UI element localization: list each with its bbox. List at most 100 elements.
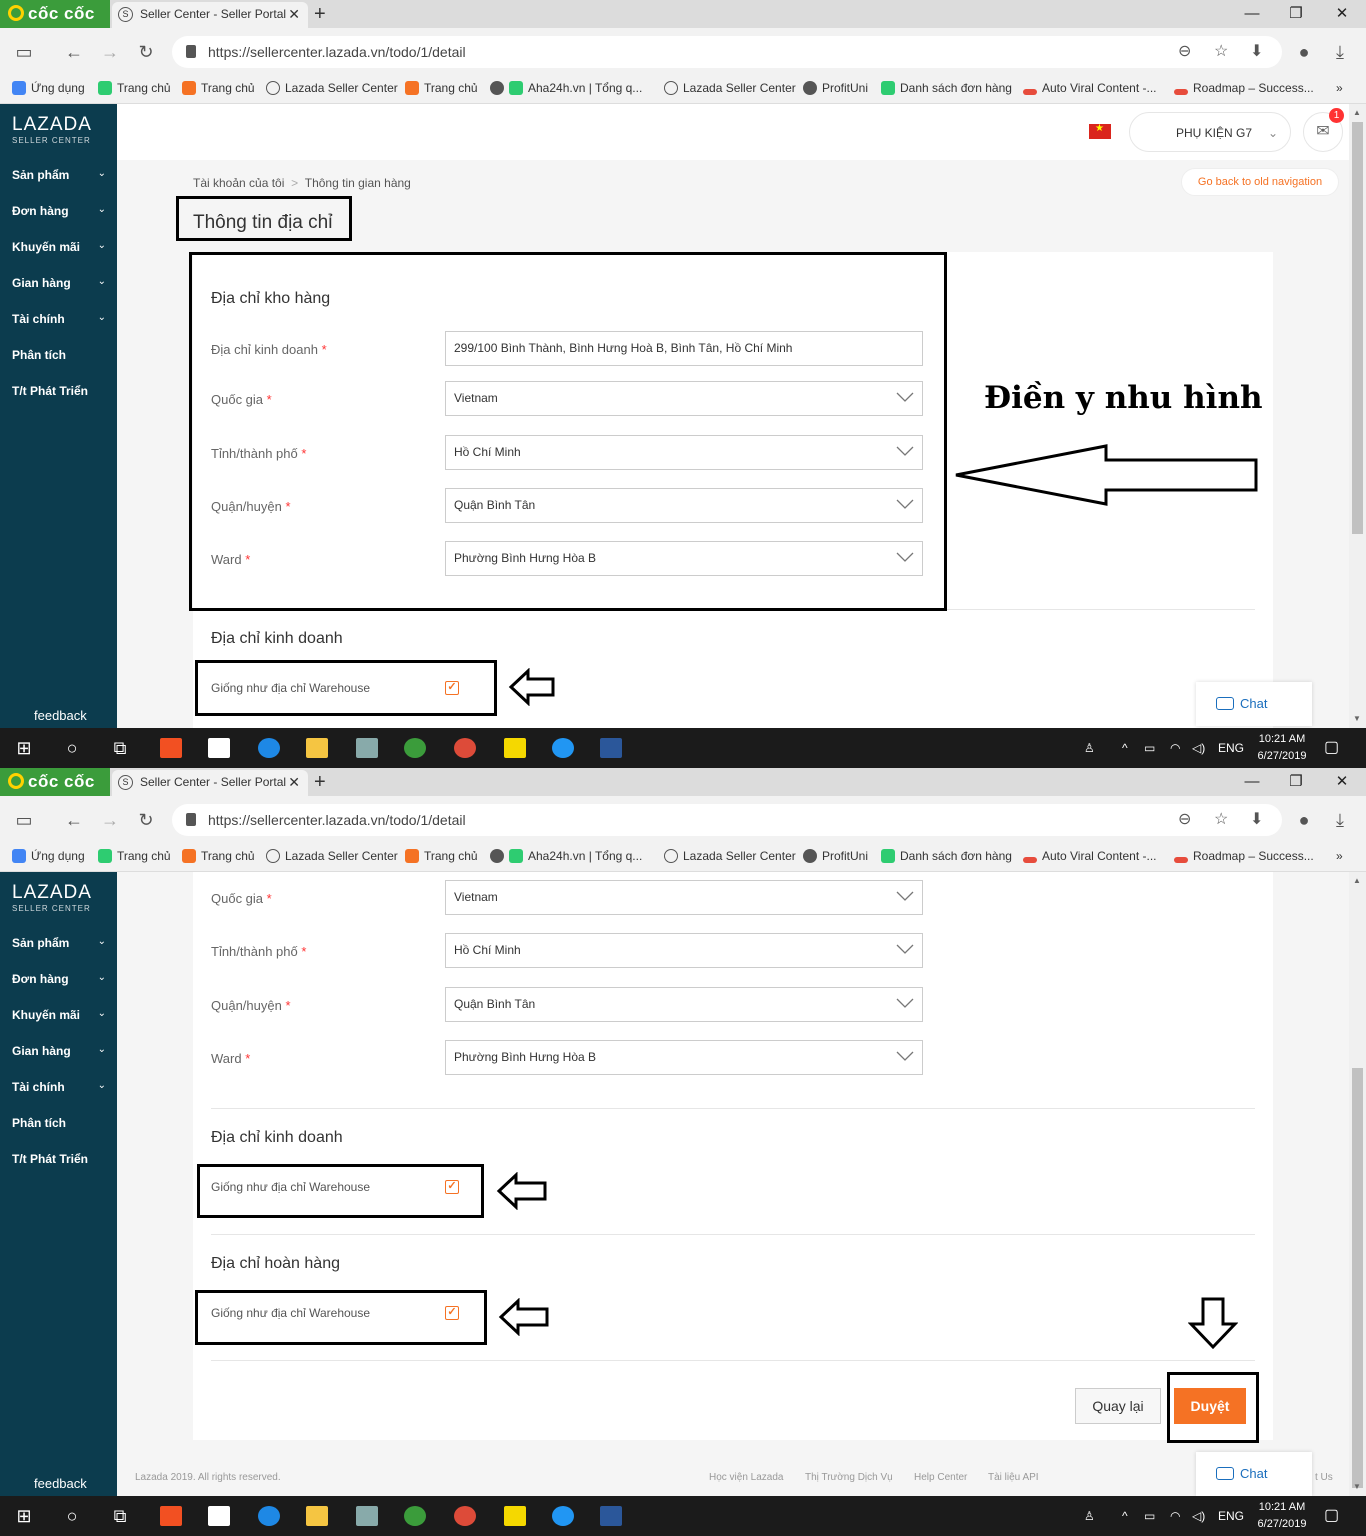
page-scrollbar[interactable]: ▲ ▼ (1349, 872, 1366, 1496)
sidebar-item-orders[interactable]: Đơn hàng ⌄ (12, 204, 112, 218)
back-icon[interactable]: ← (62, 808, 86, 832)
file-explorer-icon[interactable] (306, 1506, 328, 1526)
reload-icon[interactable]: ↻ (134, 40, 158, 64)
store-icon[interactable] (160, 1506, 182, 1526)
province-select[interactable]: Hồ Chí Minh (445, 933, 923, 968)
restore-icon[interactable]: ❐ (1276, 0, 1316, 28)
sidebar-item-growth[interactable]: T/t Phát Triển (12, 384, 112, 398)
bookmark-item[interactable]: Trang chủ (98, 844, 171, 868)
ward-select[interactable]: Phường Bình Hưng Hòa B (445, 1040, 923, 1075)
url-field[interactable]: https://sellercenter.lazada.vn/todo/1/de… (172, 36, 1282, 68)
download-ext-icon[interactable]: ⬇ (1250, 42, 1263, 62)
sidebar-item-promotions[interactable]: Khuyến mãi ⌄ (12, 240, 112, 254)
footer-link[interactable]: Thị Trường Dịch Vụ (805, 1472, 893, 1483)
scroll-down-icon[interactable]: ▼ (1353, 714, 1361, 723)
bookmark-item[interactable]: Danh sách đơn hàng (881, 844, 1012, 868)
back-button[interactable]: Quay lại (1075, 1388, 1161, 1424)
forward-icon[interactable]: → (98, 40, 122, 64)
shop-selector[interactable]: PHỤ KIỆN G7 ⌄ (1129, 112, 1291, 152)
browser-logo[interactable]: cốc cốc (0, 768, 110, 796)
app-icon[interactable] (356, 738, 378, 758)
sidebar-item-store[interactable]: Gian hàng ⌄ (12, 276, 112, 290)
footer-link[interactable]: Help Center (914, 1472, 967, 1483)
clock[interactable]: 10:21 AM 6/27/2019 (1248, 731, 1316, 765)
chat-button[interactable]: Chat (1196, 1452, 1312, 1496)
browser-logo[interactable]: cốc cốc (0, 0, 110, 28)
bookmark-item[interactable]: Auto Viral Content -... (1023, 76, 1157, 100)
sticky-notes-icon[interactable] (504, 1506, 526, 1526)
sidebar-item-store[interactable]: Gian hàng ⌄ (12, 1044, 112, 1058)
feedback-link[interactable]: feedback (34, 1476, 87, 1491)
forward-icon[interactable]: → (98, 808, 122, 832)
close-window-icon[interactable]: ✕ (1322, 768, 1362, 796)
bookmark-item[interactable]: Auto Viral Content -... (1023, 844, 1157, 868)
star-icon[interactable]: ☆ (1214, 810, 1228, 830)
app-icon[interactable] (356, 1506, 378, 1526)
bookmark-item[interactable]: Danh sách đơn hàng (881, 76, 1012, 100)
sidebar-toggle-icon[interactable]: ▭ (12, 808, 36, 832)
footer-link[interactable]: Học viện Lazada (709, 1472, 784, 1483)
country-select[interactable]: Vietnam (445, 880, 923, 915)
bookmark-apps[interactable]: Ứng dụng (12, 76, 85, 100)
mail-app-icon[interactable] (208, 1506, 230, 1526)
cortana-icon[interactable]: ○ (56, 734, 88, 762)
mail-app-icon[interactable] (208, 738, 230, 758)
close-tab-icon[interactable]: ✕ (288, 2, 300, 26)
wifi-icon[interactable]: ◠ (1170, 728, 1180, 768)
page-scrollbar[interactable]: ▲ ▼ (1349, 104, 1366, 728)
bookmark-item[interactable]: Trang chủ (182, 844, 255, 868)
browser-tab[interactable]: S Seller Center - Seller Portal ✕ (112, 2, 308, 28)
browser-tab[interactable]: S Seller Center - Seller Portal ✕ (112, 770, 308, 796)
sidebar-item-analytics[interactable]: Phân tích (12, 348, 112, 362)
district-select[interactable]: Quận Bình Tân (445, 987, 923, 1022)
sticky-notes-icon[interactable] (504, 738, 526, 758)
sidebar-item-products[interactable]: Sản phẩm ⌄ (12, 168, 112, 182)
sidebar-item-growth[interactable]: T/t Phát Triển (12, 1152, 112, 1166)
store-icon[interactable] (160, 738, 182, 758)
word-icon[interactable] (600, 1506, 622, 1526)
windows-start-icon[interactable]: ⊞ (8, 1502, 40, 1530)
word-icon[interactable] (600, 738, 622, 758)
bookmark-item[interactable]: Trang chủ (182, 76, 255, 100)
bookmark-apps[interactable]: Ứng dụng (12, 844, 85, 868)
scroll-up-icon[interactable]: ▲ (1353, 108, 1361, 117)
volume-icon[interactable]: ◁) (1192, 728, 1205, 768)
bookmark-item[interactable]: Aha24h.vn | Tổng q... (490, 76, 642, 100)
zalo-icon[interactable] (552, 738, 574, 758)
downloads-icon[interactable]: ⤓ (1328, 808, 1352, 832)
profile-icon[interactable]: ● (1292, 40, 1316, 64)
bookmark-item[interactable]: Lazada Seller Center (266, 76, 398, 100)
old-navigation-button[interactable]: Go back to old navigation (1181, 168, 1339, 196)
edge-icon[interactable] (258, 738, 280, 758)
sidebar-item-finance[interactable]: Tài chính ⌄ (12, 312, 112, 326)
task-view-icon[interactable]: ⧉ (104, 734, 136, 762)
coccoc-taskbar-icon[interactable] (404, 738, 426, 758)
people-icon[interactable]: ♙ (1084, 728, 1095, 768)
chrome-icon[interactable] (454, 738, 476, 758)
scroll-up-icon[interactable]: ▲ (1353, 876, 1361, 885)
windows-start-icon[interactable]: ⊞ (8, 734, 40, 762)
scroll-down-icon[interactable]: ▼ (1353, 1482, 1361, 1491)
bookmark-item[interactable]: Aha24h.vn | Tổng q... (490, 844, 642, 868)
coccoc-taskbar-icon[interactable] (404, 1506, 426, 1526)
sidebar-item-analytics[interactable]: Phân tích (12, 1116, 112, 1130)
zoom-icon[interactable]: ⊖ (1178, 810, 1191, 830)
cortana-icon[interactable]: ○ (56, 1502, 88, 1530)
bookmarks-more[interactable]: » (1336, 76, 1343, 100)
battery-icon[interactable]: ▭ (1144, 728, 1155, 768)
footer-link[interactable]: t Us (1315, 1472, 1333, 1483)
language-indicator[interactable]: ENG (1218, 1496, 1244, 1536)
sidebar-item-orders[interactable]: Đơn hàng ⌄ (12, 972, 112, 986)
restore-icon[interactable]: ❐ (1276, 768, 1316, 796)
footer-link[interactable]: Tài liệu API (988, 1472, 1039, 1483)
bookmark-item[interactable]: Lazada Seller Center (266, 844, 398, 868)
tray-expand-icon[interactable]: ^ (1122, 728, 1128, 768)
close-window-icon[interactable]: ✕ (1322, 0, 1362, 28)
sidebar-item-products[interactable]: Sản phẩm ⌄ (12, 936, 112, 950)
bookmark-item[interactable]: Trang chủ (405, 844, 478, 868)
minimize-icon[interactable]: — (1232, 768, 1272, 796)
reload-icon[interactable]: ↻ (134, 808, 158, 832)
task-view-icon[interactable]: ⧉ (104, 1502, 136, 1530)
wifi-icon[interactable]: ◠ (1170, 1496, 1180, 1536)
language-indicator[interactable]: ENG (1218, 728, 1244, 768)
